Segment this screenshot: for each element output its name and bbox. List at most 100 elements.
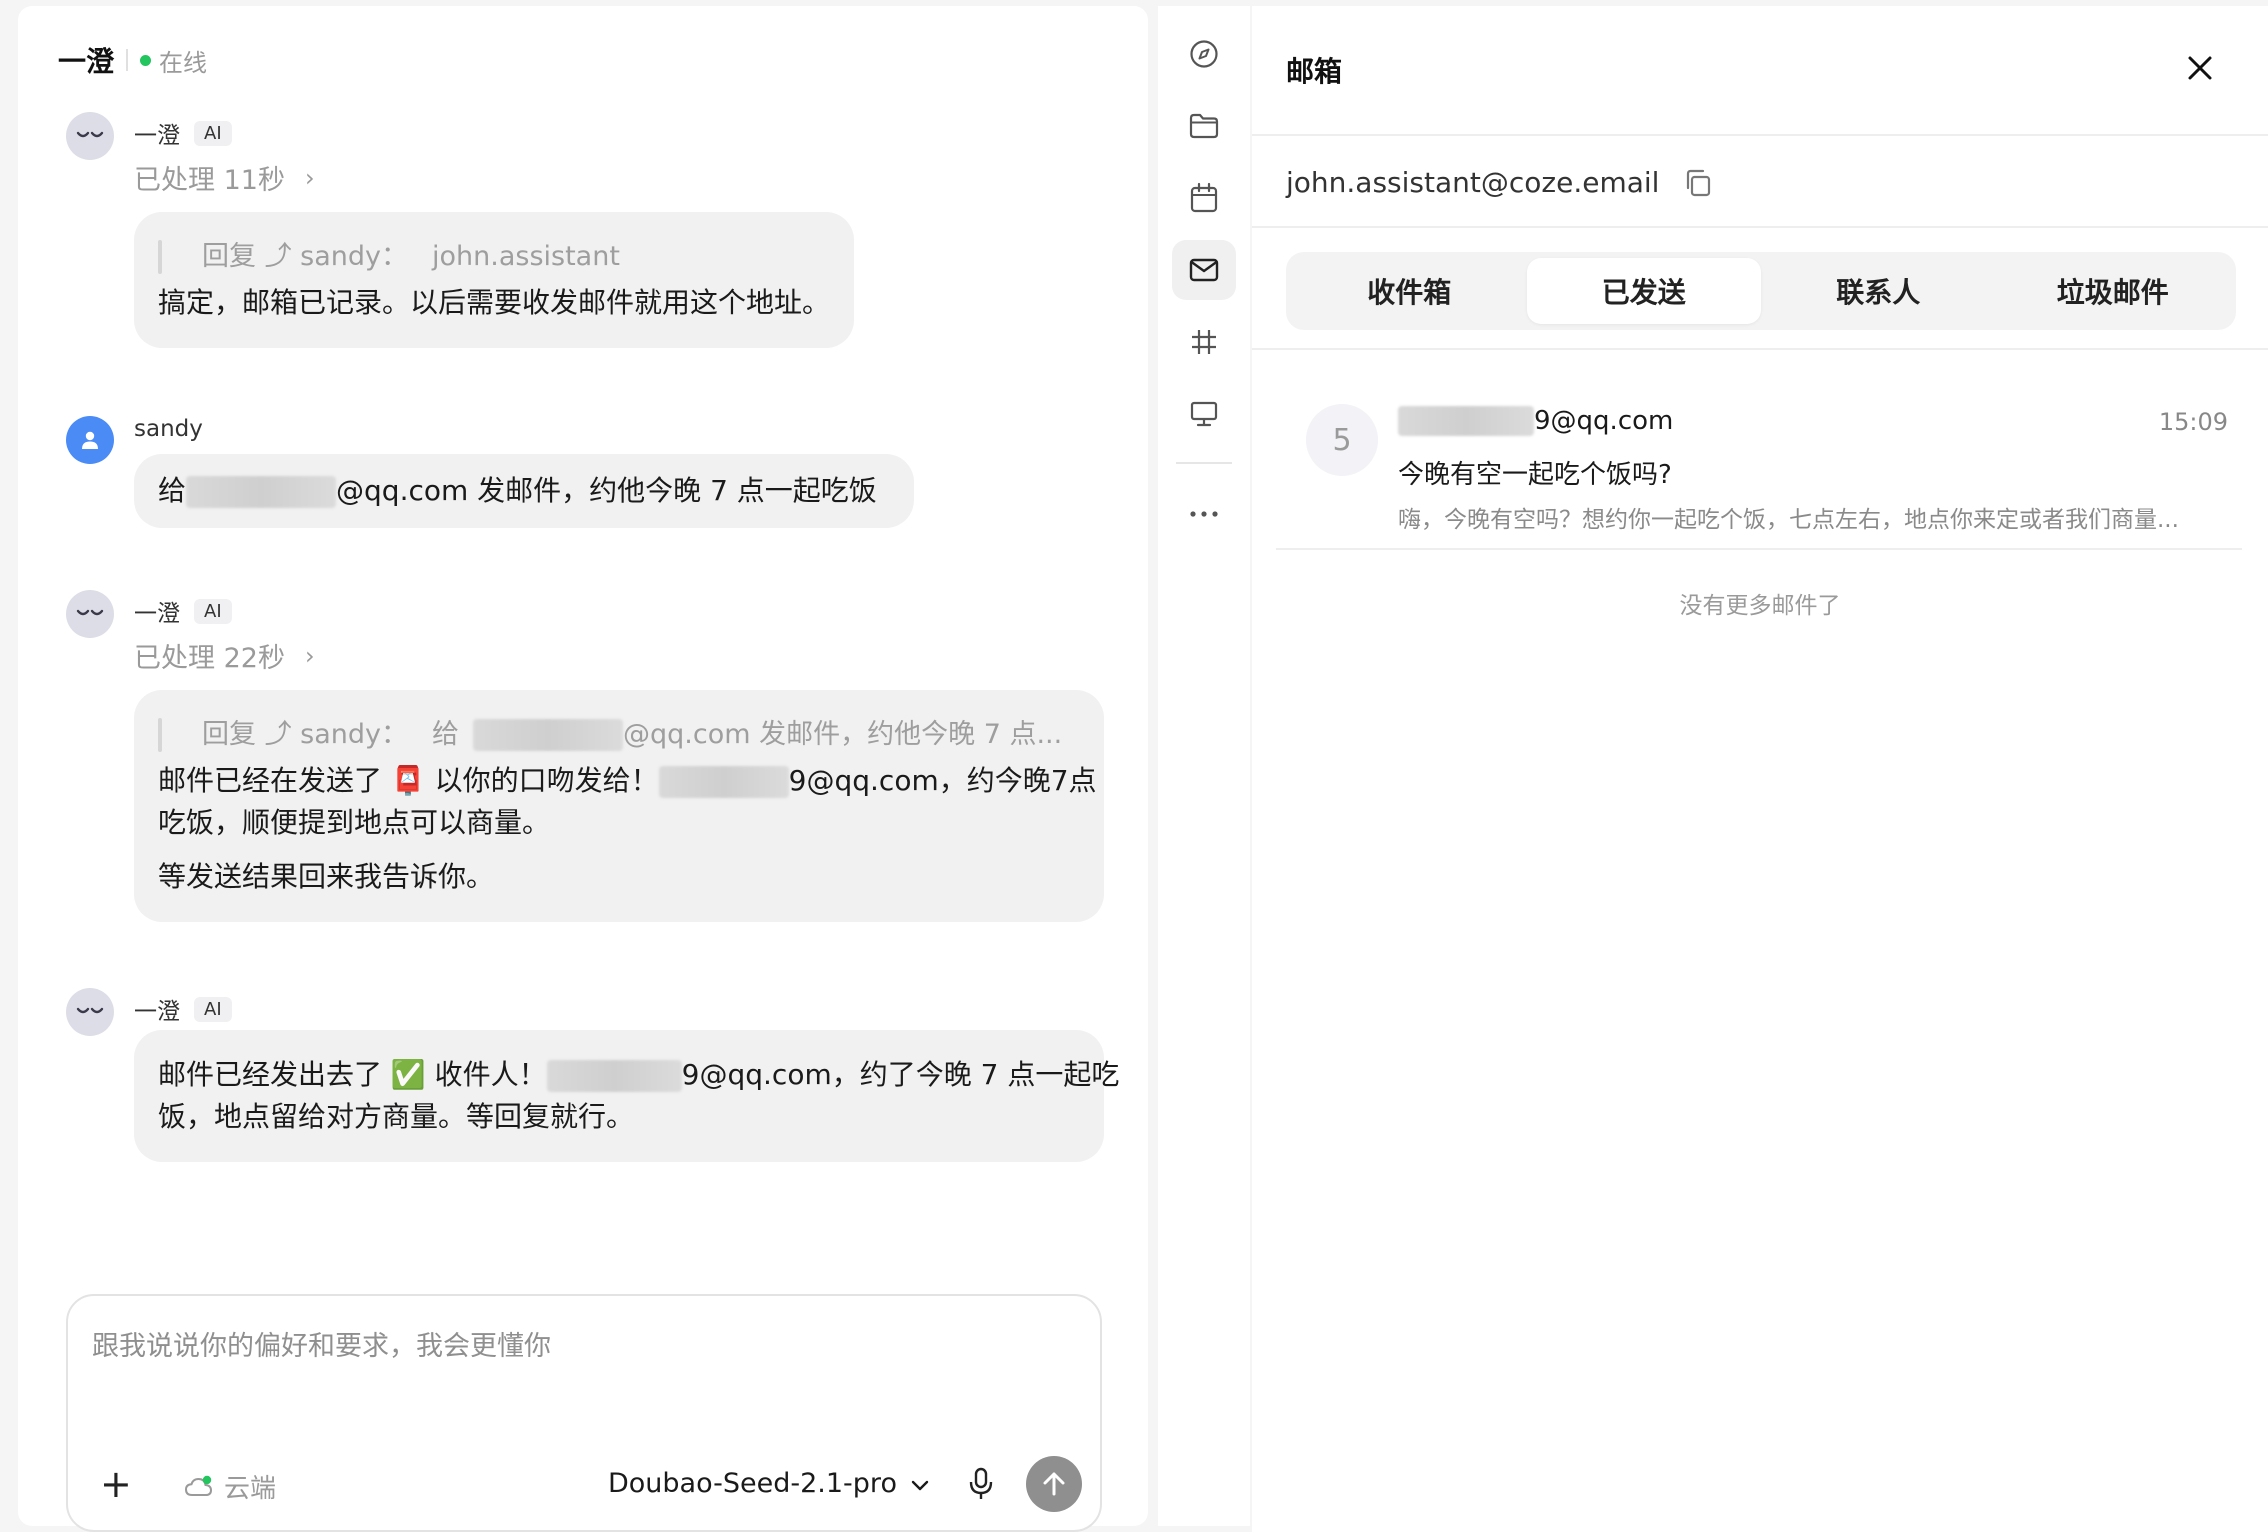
rail-divider xyxy=(1176,462,1232,464)
ai-badge: AI xyxy=(194,598,232,624)
message-text: 邮件已经发出去了 ✅ 收件人！ xyxy=(158,1058,547,1091)
message-text: 邮件已经在发送了 📮 以你的口吻发给！ xyxy=(158,764,659,797)
arrow-up-icon xyxy=(1043,1472,1065,1496)
cloud-mode-toggle[interactable]: 云端 xyxy=(184,1468,276,1505)
processing-time: 已处理 22秒 xyxy=(134,643,285,674)
folder-icon[interactable] xyxy=(1172,96,1236,156)
hash-icon[interactable] xyxy=(1172,312,1236,372)
message-text-suffix: @qq.com 发邮件，约他今晚 7 点一起吃饭 xyxy=(336,474,877,507)
message-text: 9@qq.com，约今晚7点 xyxy=(788,764,1097,797)
divider xyxy=(1276,548,2242,550)
ai-badge: AI xyxy=(194,996,232,1022)
send-button[interactable] xyxy=(1026,1456,1082,1512)
processing-time-toggle[interactable]: 已处理 22秒 › xyxy=(134,636,315,675)
chevron-right-icon: › xyxy=(304,163,315,192)
message-sender: sandy xyxy=(134,416,203,442)
message-bubble: 给 @qq.com 发邮件，约他今晚 7 点一起吃饭 xyxy=(134,454,914,528)
tab-contacts[interactable]: 联系人 xyxy=(1761,258,1996,324)
tool-rail xyxy=(1158,6,1250,1526)
ai-badge: AI xyxy=(194,120,232,146)
user-avatar[interactable] xyxy=(66,416,114,464)
email-address: john.assistant@coze.email xyxy=(1286,166,1660,199)
chevron-down-icon xyxy=(911,1468,929,1499)
quote-text-a: 给 xyxy=(432,719,460,750)
tab-sent[interactable]: 已发送 xyxy=(1526,258,1761,324)
ai-avatar[interactable] xyxy=(66,112,114,160)
online-status-icon xyxy=(140,54,152,66)
email-subject: 今晚有空一起吃个饭吗? xyxy=(1398,460,1672,490)
quote-prefix: 回复 ⤴ sandy： xyxy=(202,719,409,750)
cloud-label: 云端 xyxy=(224,1474,277,1504)
reply-quote[interactable]: 回复 ⤴ sandy： 给 @qq.com 发邮件，约他今晚 7 点... xyxy=(158,714,1080,756)
redacted-email xyxy=(546,1060,682,1092)
sender-name: sandy xyxy=(134,416,203,442)
sender-name: 一澄 xyxy=(134,601,180,627)
message-text: 等发送结果回来我告诉你。 xyxy=(158,860,495,893)
mailbox-panel: 邮箱 john.assistant@coze.email 收件箱 已发送 联系人… xyxy=(1252,6,2268,1532)
presentation-icon[interactable] xyxy=(1172,384,1236,444)
calendar-icon[interactable] xyxy=(1172,168,1236,228)
processing-time: 已处理 11秒 xyxy=(134,165,285,196)
add-attachment-button[interactable]: + xyxy=(100,1464,132,1504)
message-bubble: 回复 ⤴ sandy： john.assistant 搞定，邮箱已记录。以后需要… xyxy=(134,212,854,348)
message-composer[interactable]: 跟我说说你的偏好和要求，我会更懂你 + 云端 Doubao-Seed-2.1-p… xyxy=(66,1294,1102,1532)
divider xyxy=(1252,134,2268,136)
model-selector[interactable]: Doubao-Seed-2.1-pro xyxy=(608,1468,929,1499)
chat-panel: 一澄 在线 一澄 AI 已处理 11秒 › 回复 ⤴ sandy： john.a… xyxy=(18,6,1148,1532)
more-icon[interactable] xyxy=(1172,484,1236,544)
email-preview: 嗨，今晚有空吗？想约你一起吃个饭，七点左右，地点你来定或者我们商量... xyxy=(1398,507,2179,533)
message-line: 邮件已经在发送了 📮 以你的口吻发给！ 9@qq.com，约今晚7点 xyxy=(158,760,1097,802)
sender-name: 一澄 xyxy=(134,999,180,1025)
quote-text-b: @qq.com 发邮件，约他今晚 7 点... xyxy=(623,719,1063,750)
chat-title: 一澄 xyxy=(58,45,115,78)
header-divider xyxy=(126,49,129,71)
divider xyxy=(1252,226,2268,228)
email-recipient: 9@qq.com xyxy=(1398,406,1673,436)
reply-quote[interactable]: 回复 ⤴ sandy： john.assistant xyxy=(158,236,830,278)
redacted-email xyxy=(186,476,337,508)
message-sender: 一澄 AI xyxy=(134,116,232,150)
sender-name: 一澄 xyxy=(134,123,180,149)
online-status-text: 在线 xyxy=(159,48,208,77)
ai-avatar[interactable] xyxy=(66,590,114,638)
processing-time-toggle[interactable]: 已处理 11秒 › xyxy=(134,158,315,197)
ai-avatar[interactable] xyxy=(66,988,114,1036)
microphone-icon[interactable] xyxy=(966,1466,996,1502)
tab-spam[interactable]: 垃圾邮件 xyxy=(1996,258,2231,324)
tab-inbox[interactable]: 收件箱 xyxy=(1292,258,1527,324)
message-sender: 一澄 AI xyxy=(134,594,232,628)
no-more-emails: 没有更多邮件了 xyxy=(1679,593,1841,619)
message-sender: 一澄 AI xyxy=(134,992,232,1026)
message-text: 9@qq.com，约了今晚 7 点一起吃 xyxy=(681,1058,1120,1091)
email-time: 15:09 xyxy=(2158,408,2228,436)
quote-bar xyxy=(158,718,162,752)
mailbox-title: 邮箱 xyxy=(1286,55,1343,88)
compass-icon[interactable] xyxy=(1172,24,1236,84)
mailbox-address: john.assistant@coze.email xyxy=(1286,166,1713,199)
redacted-email xyxy=(658,766,789,798)
message-text-prefix: 给 xyxy=(158,474,187,507)
chevron-right-icon: › xyxy=(304,641,315,670)
message-bubble: 回复 ⤴ sandy： 给 @qq.com 发邮件，约他今晚 7 点... 邮件… xyxy=(134,690,1104,922)
chat-header: 一澄 在线 xyxy=(58,40,207,80)
message-text: 饭，地点留给对方商量。等回复就行。 xyxy=(158,1100,635,1133)
quote-text: john.assistant xyxy=(432,241,620,272)
divider xyxy=(1252,348,2268,350)
message-text: 搞定，邮箱已记录。以后需要收发邮件就用这个地址。 xyxy=(158,286,831,319)
cloud-icon xyxy=(184,1475,214,1499)
redacted-email xyxy=(473,719,624,751)
message-input[interactable]: 跟我说说你的偏好和要求，我会更懂你 xyxy=(92,1324,551,1363)
sender-avatar: 5 xyxy=(1306,404,1378,476)
close-icon[interactable] xyxy=(2186,54,2214,82)
quote-prefix: 回复 ⤴ sandy： xyxy=(202,241,409,272)
redacted-email xyxy=(1398,406,1534,436)
copy-icon[interactable] xyxy=(1683,168,1713,198)
message-text: 吃饭，顺便提到地点可以商量。 xyxy=(158,806,551,839)
quote-bar xyxy=(158,240,162,274)
mail-icon[interactable] xyxy=(1172,240,1236,300)
model-name: Doubao-Seed-2.1-pro xyxy=(608,1468,897,1499)
email-list-item[interactable]: 5 9@qq.com 15:09 今晚有空一起吃个饭吗? 嗨，今晚有空吗？想约你… xyxy=(1276,384,2242,554)
recipient-suffix: 9@qq.com xyxy=(1534,406,1674,436)
mailbox-tabs: 收件箱 已发送 联系人 垃圾邮件 xyxy=(1286,252,2236,330)
